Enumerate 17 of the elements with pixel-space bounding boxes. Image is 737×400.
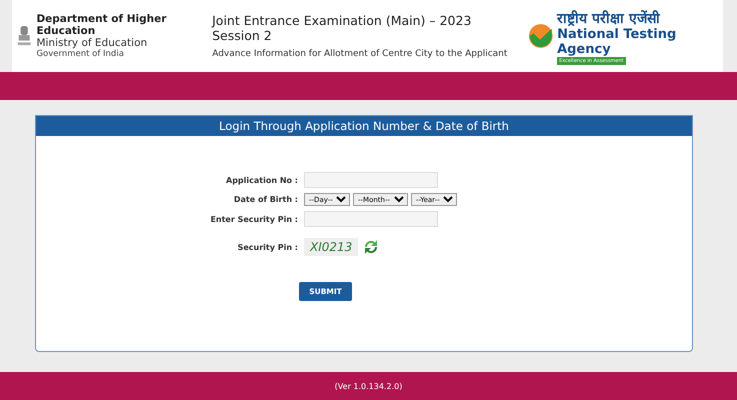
department-name: Department of Higher Education (36, 13, 168, 37)
agency-name-hindi: राष्ट्रीय परीक्षा एजेंसी (557, 9, 660, 26)
exam-title: Joint Entrance Examination (Main) – 2023 Session 2 (212, 13, 472, 43)
text-field[interactable] (304, 211, 438, 227)
government-name: Government of India (36, 49, 124, 59)
field-label: Enter Security Pin : (210, 214, 298, 224)
captcha-image: XI0213 (304, 238, 358, 256)
ministry-name: Ministry of Education (36, 37, 148, 49)
field-label: Security Pin : (238, 242, 298, 252)
agency-name: National Testing Agency (557, 26, 678, 56)
checkmark-logo-icon (528, 22, 554, 50)
version-text: (Ver 1.0.134.2.0) (334, 382, 402, 390)
field-label: Date of Birth : (234, 195, 298, 204)
card-title: Login Through Application Number & Date of Birth (36, 116, 692, 136)
exam-subtitle: Advance Information for Allotment of Centre City to the Applicant (212, 49, 508, 59)
field-label: Application No : (226, 176, 298, 184)
text-field[interactable] (304, 172, 438, 188)
